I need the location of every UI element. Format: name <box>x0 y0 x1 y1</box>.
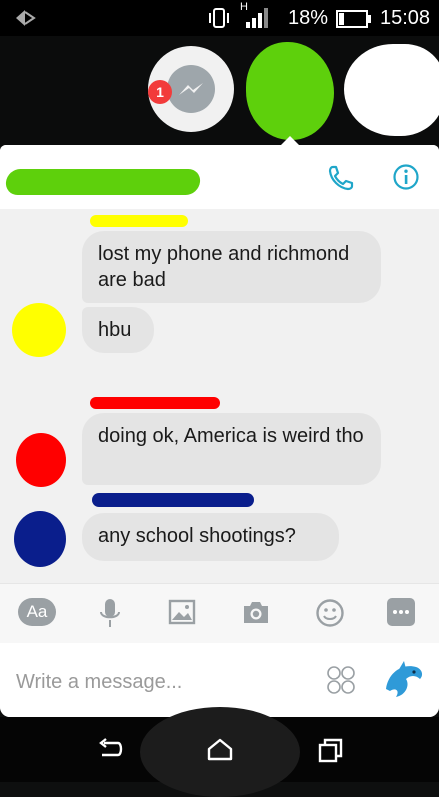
message-bubble: lost my phone and richmond are bad <box>82 231 381 303</box>
text-format-button[interactable]: Aa <box>18 598 56 626</box>
info-icon[interactable] <box>392 163 420 191</box>
battery-icon <box>336 10 371 28</box>
message-bubble: hbu <box>82 307 154 353</box>
sender-name-redacted <box>90 215 188 227</box>
contact-name-redacted <box>4 169 202 195</box>
status-bar: H 18% 15:08 <box>0 0 439 36</box>
message-composer <box>0 643 439 717</box>
emoji-icon[interactable] <box>315 598 345 628</box>
signal-icon <box>246 8 268 28</box>
message-input[interactable] <box>14 665 308 699</box>
chat-header <box>0 145 439 210</box>
more-options-button[interactable] <box>387 598 415 626</box>
stickers-icon[interactable] <box>326 665 356 695</box>
contact-chat-head-redacted[interactable] <box>246 42 334 140</box>
android-nav-bar <box>0 707 439 797</box>
sender-name-redacted <box>92 493 254 507</box>
gallery-icon[interactable] <box>168 598 196 626</box>
chat-heads-bar: 1 <box>0 36 439 146</box>
sender-name-redacted <box>90 397 220 409</box>
phone-icon[interactable] <box>326 163 356 193</box>
clock: 15:08 <box>380 7 431 29</box>
sender-avatar-redacted <box>16 433 66 487</box>
home-icon[interactable] <box>206 737 234 763</box>
unread-badge: 1 <box>148 80 172 104</box>
sender-avatar-redacted <box>14 511 66 567</box>
camera-icon[interactable] <box>241 598 271 626</box>
battery-percent: 18% <box>288 7 329 29</box>
recent-apps-icon[interactable] <box>316 737 344 763</box>
dolphin-emoji-icon[interactable] <box>380 657 426 703</box>
text-format-label: Aa <box>26 602 48 621</box>
contact-chat-head-redacted-2[interactable] <box>344 44 439 136</box>
composer-toolbar: Aa <box>0 583 439 644</box>
message-thread[interactable]: lost my phone and richmond are bad hbu d… <box>0 209 439 581</box>
messenger-icon <box>167 65 215 113</box>
message-bubble: any school shootings? <box>82 513 339 561</box>
chat-panel: lost my phone and richmond are bad hbu d… <box>0 145 439 717</box>
back-icon[interactable] <box>96 737 124 761</box>
more-dots-icon <box>393 610 409 614</box>
microphone-icon[interactable] <box>98 598 122 630</box>
cast-icon <box>16 10 36 26</box>
message-bubble: doing ok, America is weird tho <box>82 413 381 485</box>
vibrate-icon <box>209 8 229 28</box>
sender-avatar-redacted <box>12 303 66 357</box>
